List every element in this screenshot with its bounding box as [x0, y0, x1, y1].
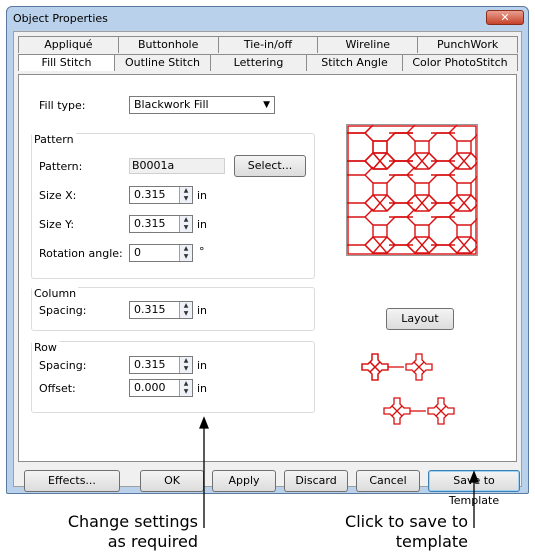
arrow-up-icon	[199, 416, 209, 429]
callout-arrows	[199, 416, 479, 528]
left-callout-line2: as required	[107, 532, 198, 551]
right-callout-text: Click to save to template	[290, 512, 468, 552]
left-callout-line1: Change settings	[67, 512, 198, 531]
right-callout-line2: template	[395, 532, 468, 551]
left-callout-text: Change settings as required	[20, 512, 198, 552]
arrow-up-icon	[469, 470, 479, 483]
right-callout-line1: Click to save to	[345, 512, 468, 531]
